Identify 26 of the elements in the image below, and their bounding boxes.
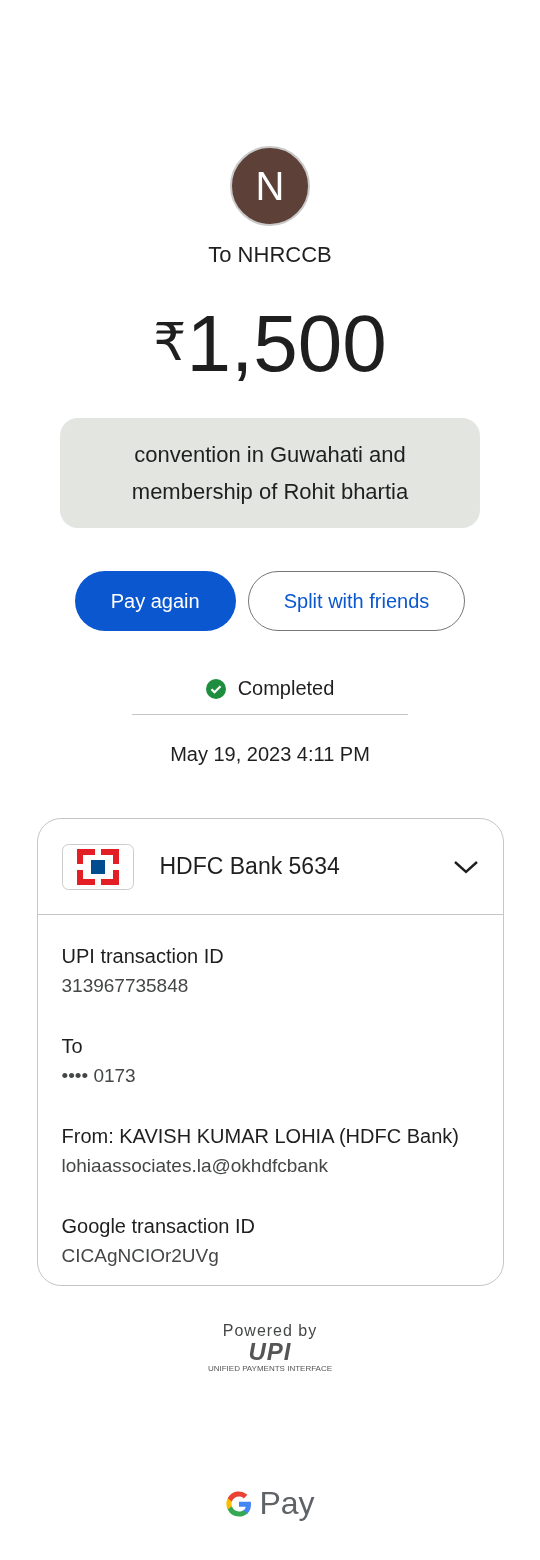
pay-wordmark: Pay <box>259 1485 315 1522</box>
transaction-date: May 19, 2023 4:11 PM <box>170 743 370 766</box>
upi-logo: UPI <box>248 1340 292 1364</box>
detail-value: •••• 0173 <box>61 1064 137 1088</box>
detail-value: 313967735848 <box>61 974 190 998</box>
powered-by-text: Powered by <box>222 1322 318 1340</box>
payment-note: convention in Guwahati and membership of Rohit bhartia <box>60 418 480 528</box>
split-button[interactable]: Split with friends <box>247 571 466 631</box>
pay-again-button[interactable]: Pay again <box>74 571 236 631</box>
upi-tagline: UNIFIED PAYMENTS INTERFACE <box>207 1364 333 1373</box>
amount: 1,500 <box>186 304 387 384</box>
check-circle-icon <box>205 678 226 699</box>
payee-name: To NHRCCB <box>208 242 332 268</box>
detail-value: lohiaassociates.la@okhdfcbank <box>61 1154 329 1178</box>
detail-label: To <box>61 1034 84 1059</box>
avatar: N <box>230 146 310 226</box>
detail-label: UPI transaction ID <box>61 944 225 969</box>
bank-logo-icon <box>61 843 134 890</box>
currency-symbol: ₹ <box>153 316 187 368</box>
bank-account: HDFC Bank 5634 <box>159 853 341 880</box>
detail-value: CICAgNCIOr2UVg <box>61 1244 220 1268</box>
detail-label: Google transaction ID <box>61 1214 256 1239</box>
chevron-down-icon[interactable] <box>452 858 479 875</box>
google-g-icon <box>225 1489 254 1518</box>
status-text: Completed <box>237 677 335 700</box>
detail-label: From: KAVISH KUMAR LOHIA (HDFC Bank) <box>61 1124 460 1149</box>
